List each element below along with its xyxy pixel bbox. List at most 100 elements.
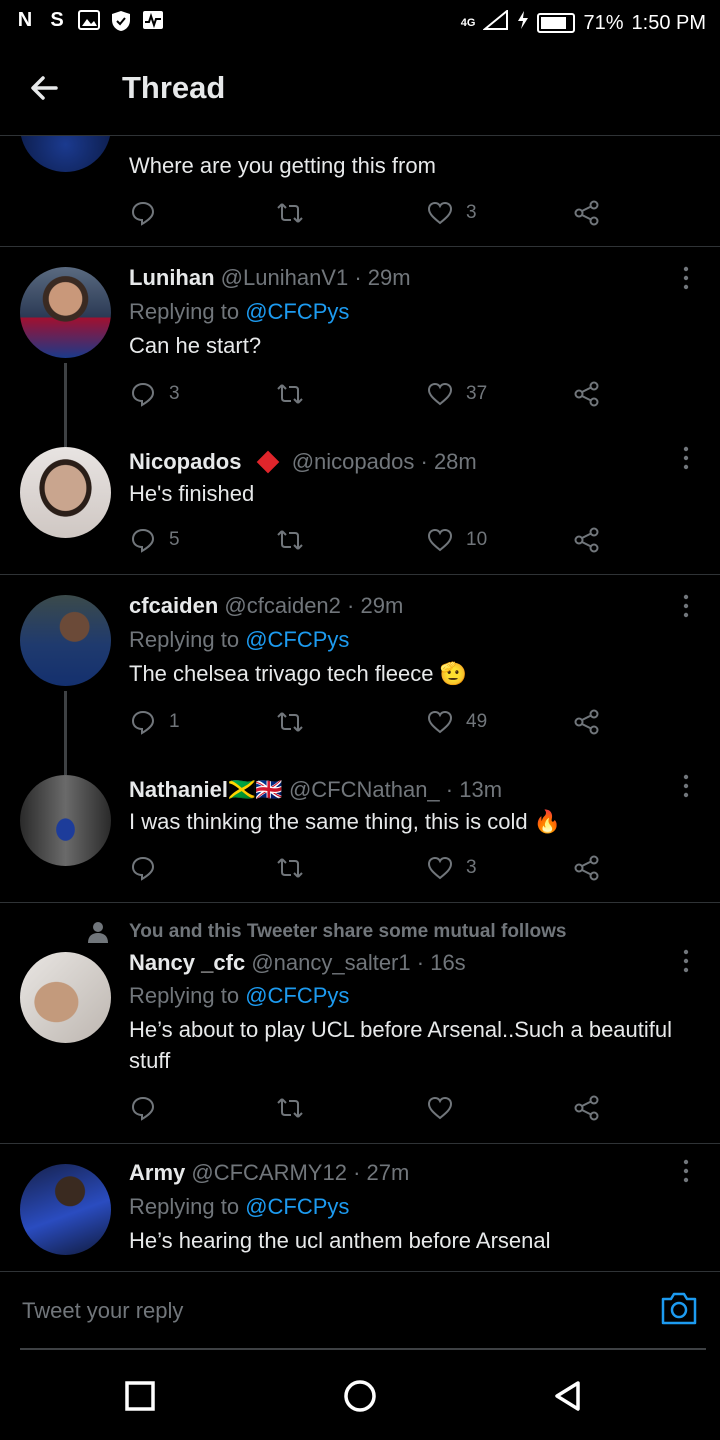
avatar[interactable] xyxy=(20,136,111,172)
signal-icon xyxy=(482,8,509,36)
recents-button[interactable] xyxy=(122,1378,158,1414)
reply-input[interactable] xyxy=(20,1288,624,1334)
display-name[interactable]: Nancy _cfc xyxy=(129,950,245,975)
retweet-button[interactable] xyxy=(276,525,304,555)
display-name[interactable]: cfcaiden xyxy=(129,593,218,618)
share-icon xyxy=(574,709,599,735)
avatar[interactable] xyxy=(20,447,111,538)
back-nav-button[interactable] xyxy=(550,1378,586,1414)
clock: 1:50 PM xyxy=(631,11,706,34)
timestamp[interactable]: 29m xyxy=(360,593,403,618)
share-button[interactable] xyxy=(573,198,601,228)
user-handle[interactable]: @CFCARMY12 xyxy=(191,1160,347,1185)
avatar[interactable] xyxy=(20,952,111,1043)
retweet-button[interactable] xyxy=(276,707,304,737)
share-button[interactable] xyxy=(573,853,601,883)
home-button[interactable] xyxy=(342,1378,378,1414)
retweet-button[interactable] xyxy=(276,198,304,228)
shield-icon xyxy=(110,10,132,31)
more-options-button[interactable] xyxy=(676,773,696,799)
avatar[interactable] xyxy=(20,595,111,686)
reply-button[interactable]: 3 xyxy=(129,379,180,409)
more-options-button[interactable] xyxy=(676,593,696,619)
share-button[interactable] xyxy=(573,707,601,737)
comment-icon xyxy=(131,528,155,553)
tweet-header: Nathaniel🇯🇲🇬🇧 @CFCNathan_ · 13m xyxy=(129,777,502,803)
display-name[interactable]: Nathaniel🇯🇲🇬🇧 xyxy=(129,777,283,802)
more-options-button[interactable] xyxy=(676,1158,696,1184)
timestamp[interactable]: 28m xyxy=(434,449,477,474)
like-button[interactable]: 3 xyxy=(426,853,477,883)
system-nav-bar xyxy=(0,1350,720,1440)
replying-to-label: Replying to xyxy=(129,983,240,1008)
like-count: 3 xyxy=(466,202,477,223)
retweet-button[interactable] xyxy=(276,379,304,409)
timestamp[interactable]: 13m xyxy=(459,777,502,802)
display-name[interactable]: Army xyxy=(129,1160,185,1185)
tweet-item[interactable]: Lunihan @LunihanV1 · 29m Replying to @CF… xyxy=(0,247,720,447)
reply-button[interactable]: 5 xyxy=(129,525,180,555)
tweet-text: Where are you getting this from xyxy=(129,153,436,178)
user-handle[interactable]: @CFCNathan_ xyxy=(289,777,440,802)
like-button[interactable]: 37 xyxy=(426,379,487,409)
avatar[interactable] xyxy=(20,1164,111,1255)
share-button[interactable] xyxy=(573,525,601,555)
avatar[interactable] xyxy=(20,775,111,866)
like-button[interactable]: 10 xyxy=(426,525,487,555)
social-context-text: You and this Tweeter share some mutual f… xyxy=(129,921,567,942)
reply-button[interactable] xyxy=(129,198,169,228)
mention-link[interactable]: @CFCPys xyxy=(245,627,349,652)
user-handle[interactable]: @cfcaiden2 xyxy=(224,593,341,618)
tweet-item[interactable]: Nicopados @nicopados · 28m He's finished… xyxy=(0,429,720,574)
display-name[interactable]: Lunihan xyxy=(129,265,215,290)
reply-button[interactable]: 1 xyxy=(129,707,180,737)
retweet-icon xyxy=(277,530,303,550)
more-options-button[interactable] xyxy=(676,265,696,291)
retweet-button[interactable] xyxy=(276,853,304,883)
user-handle[interactable]: @nancy_salter1 xyxy=(251,950,410,975)
mention-link[interactable]: @CFCPys xyxy=(245,983,349,1008)
like-button[interactable]: 49 xyxy=(426,707,487,737)
tweet-item[interactable]: Army @CFCARMY12 · 27m Replying to @CFCPy… xyxy=(0,1144,720,1270)
tweet-item[interactable]: Where are you getting this from 3 xyxy=(0,136,720,246)
mention-link[interactable]: @CFCPys xyxy=(245,299,349,324)
charging-icon xyxy=(517,10,529,36)
mention-link[interactable]: @CFCPys xyxy=(245,1194,349,1219)
timestamp[interactable]: 16s xyxy=(430,950,465,975)
timestamp[interactable]: 29m xyxy=(368,265,411,290)
tweet-item[interactable]: You and this Tweeter share some mutual f… xyxy=(0,903,720,1143)
like-count: 37 xyxy=(466,383,488,404)
user-handle[interactable]: @nicopados xyxy=(292,449,415,474)
display-name[interactable]: Nicopados xyxy=(129,449,241,474)
thread-feed[interactable]: Where are you getting this from 3 Luniha… xyxy=(0,136,720,1270)
like-button[interactable] xyxy=(426,1093,466,1123)
tweet-header: Nancy _cfc @nancy_salter1 · 16s xyxy=(129,950,466,976)
replying-to: Replying to @CFCPys xyxy=(129,1194,349,1220)
back-button[interactable] xyxy=(24,68,72,110)
more-options-button[interactable] xyxy=(676,445,696,471)
reply-button[interactable] xyxy=(129,853,169,883)
like-count: 3 xyxy=(466,857,477,878)
social-context: You and this Tweeter share some mutual f… xyxy=(87,920,566,944)
share-icon xyxy=(574,381,599,407)
tweet-item[interactable]: cfcaiden @cfcaiden2 · 29m Replying to @C… xyxy=(0,575,720,775)
notification-icons: N S xyxy=(14,10,164,31)
comment-icon xyxy=(131,856,155,881)
battery-percent: 71% xyxy=(583,11,624,34)
retweet-button[interactable] xyxy=(276,1093,304,1123)
share-button[interactable] xyxy=(573,379,601,409)
camera-button[interactable] xyxy=(660,1290,698,1326)
like-button[interactable]: 3 xyxy=(426,198,477,228)
share-button[interactable] xyxy=(573,1093,601,1123)
reply-button[interactable] xyxy=(129,1093,169,1123)
user-handle[interactable]: @LunihanV1 xyxy=(221,265,349,290)
avatar[interactable] xyxy=(20,267,111,358)
gallery-icon xyxy=(78,10,100,30)
tweet-actions: 5 10 xyxy=(129,525,629,555)
replying-to-label: Replying to xyxy=(129,1194,240,1219)
more-options-button[interactable] xyxy=(676,948,696,974)
tweet-item[interactable]: Nathaniel🇯🇲🇬🇧 @CFCNathan_ · 13m I was th… xyxy=(0,757,720,902)
reply-count: 3 xyxy=(169,383,180,404)
timestamp[interactable]: 27m xyxy=(367,1160,410,1185)
red-diamond-icon xyxy=(256,450,279,474)
